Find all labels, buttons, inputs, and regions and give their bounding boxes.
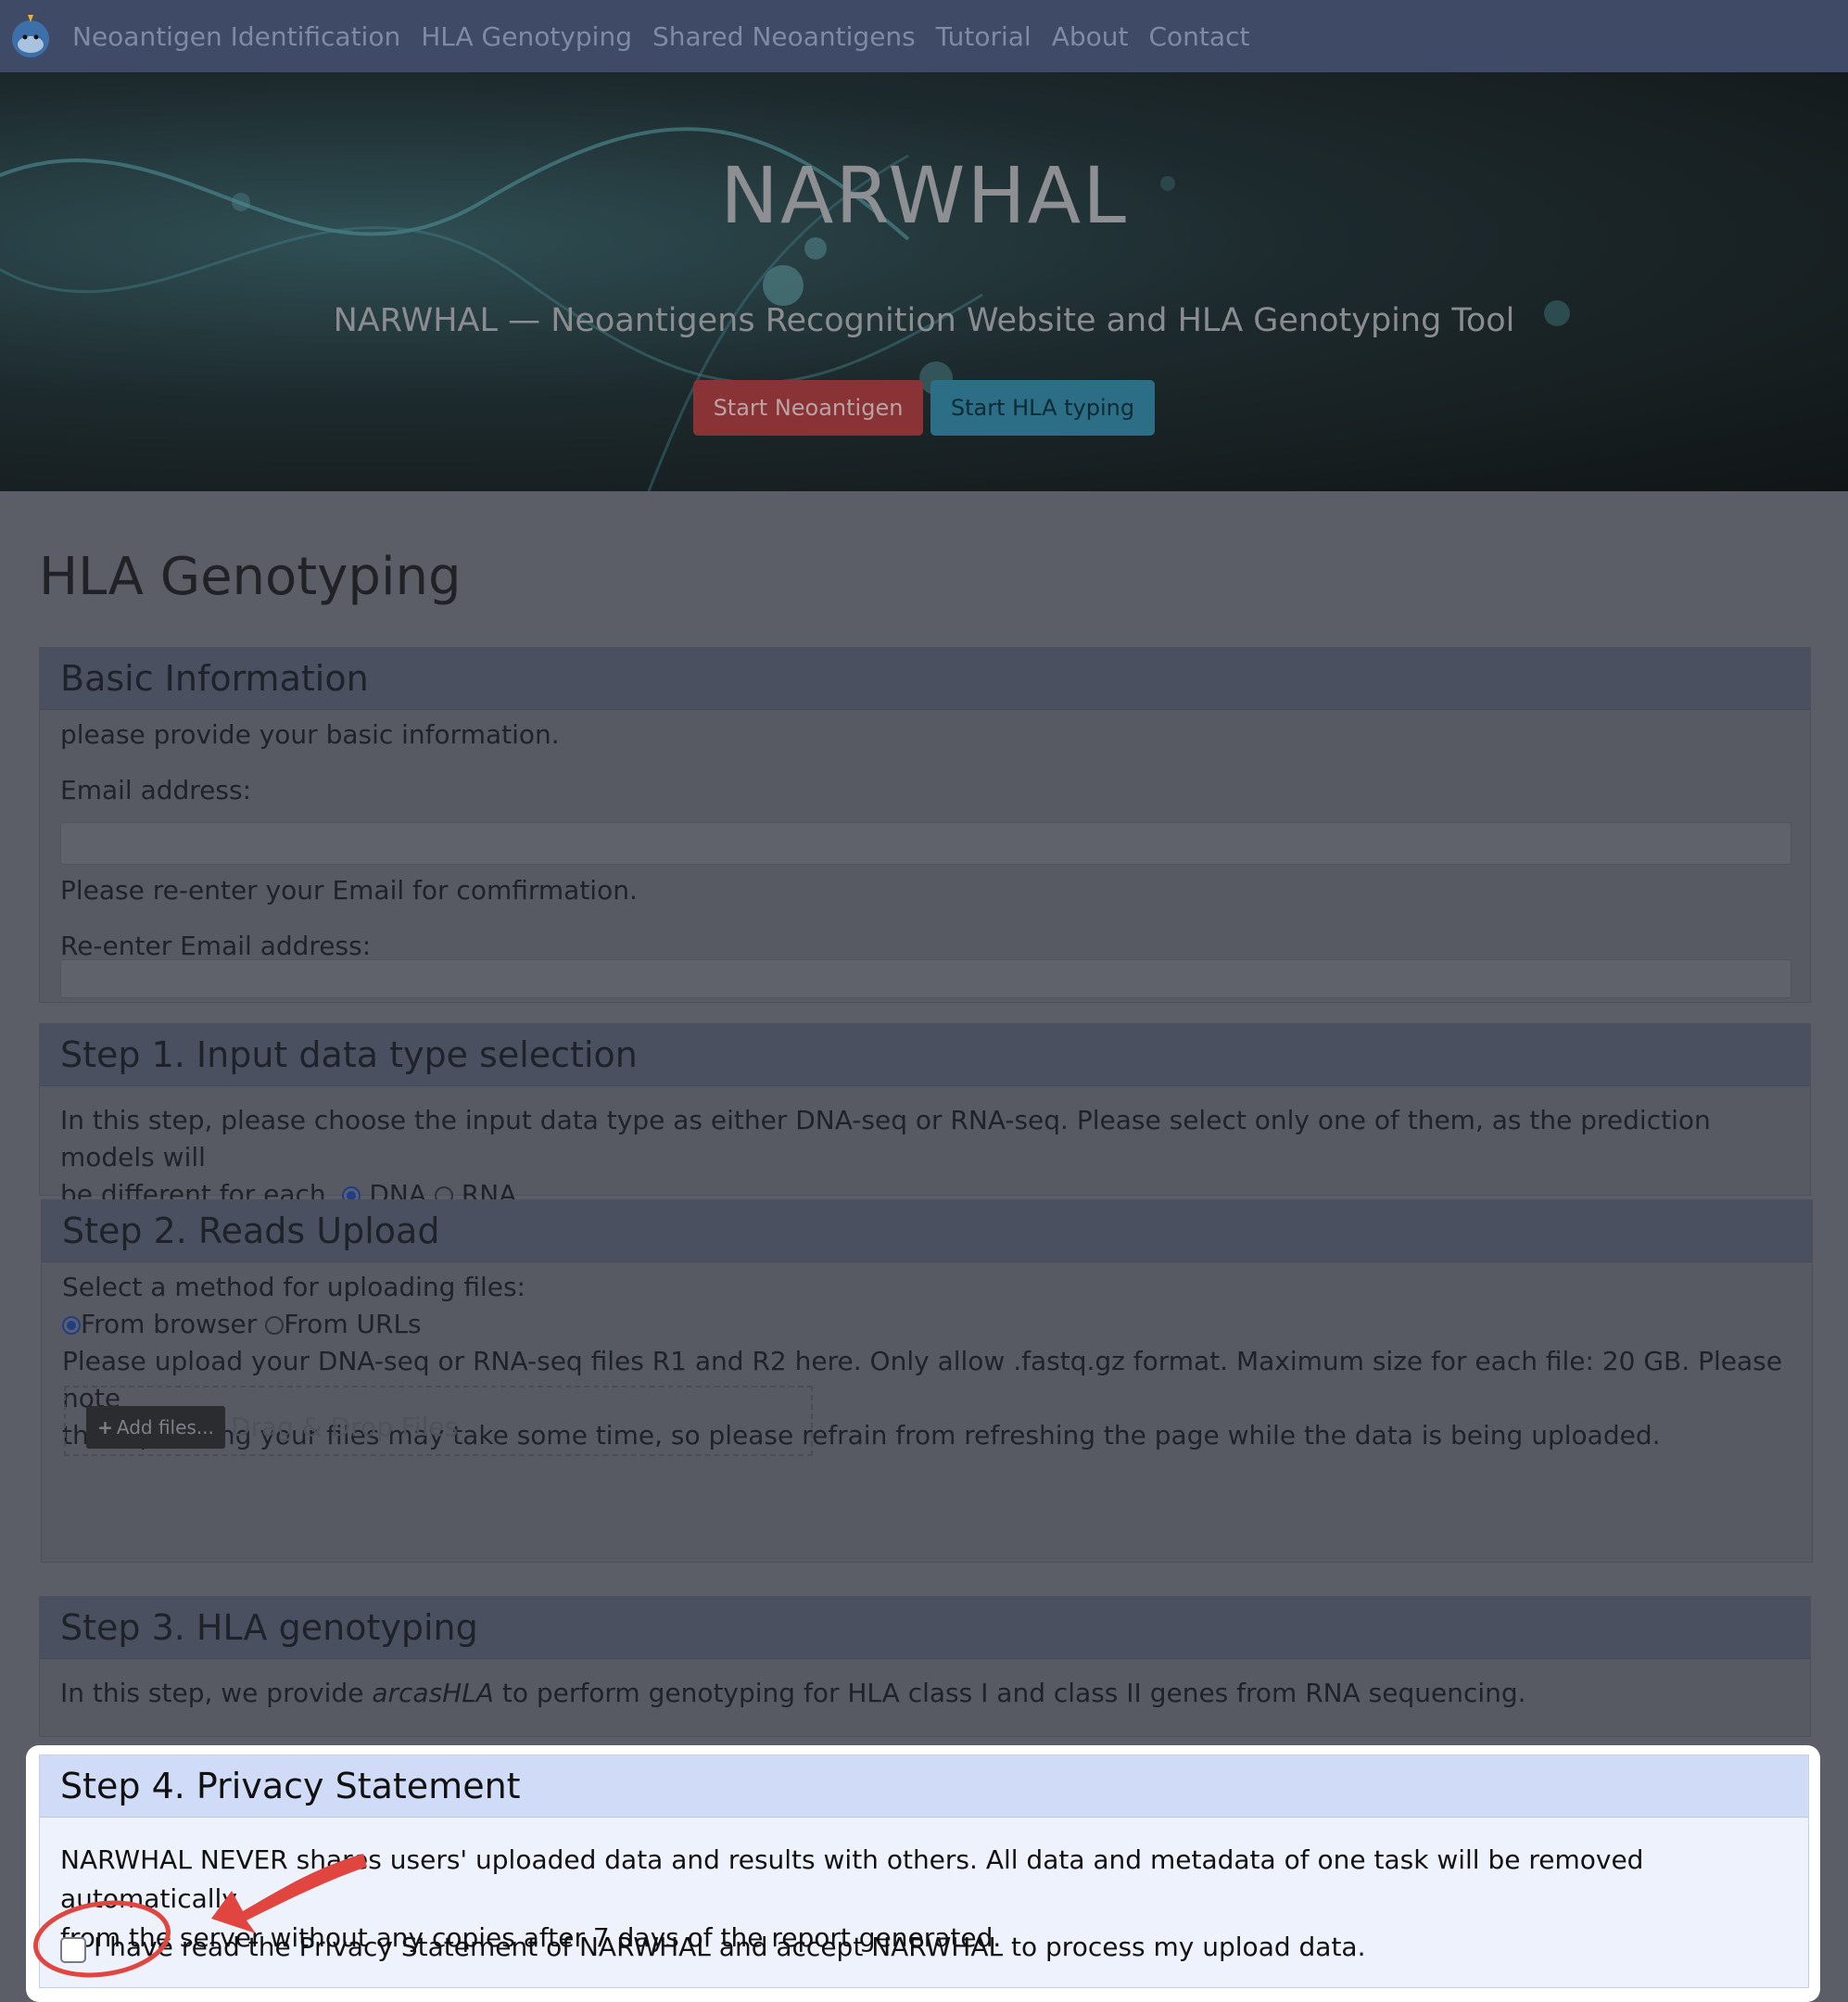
file-dropzone[interactable]: + Add files... Drag & Drop Files [64,1386,813,1456]
privacy-text-line1: NARWHAL NEVER shares users' uploaded dat… [60,1844,1644,1914]
from-urls-label[interactable]: From URLs [284,1309,421,1339]
add-files-button[interactable]: + Add files... [86,1406,225,1449]
step3-text-after: to perform genotyping for HLA class I an… [493,1678,1526,1708]
privacy-accept-checkbox[interactable] [60,1937,86,1963]
step4-header: Step 4. Privacy Statement [40,1755,1808,1818]
confirm-email-text: Please re-enter your Email for comfirmat… [60,875,638,906]
step2-panel: Step 2. Reads Upload Select a method for… [41,1199,1813,1563]
step4-panel: Step 4. Privacy Statement NARWHAL NEVER … [39,1755,1809,1988]
email-field[interactable] [60,822,1791,865]
step3-header: Step 3. HLA genotyping [40,1597,1810,1659]
step3-text: In this step, we provide arcasHLA to per… [60,1675,1803,1712]
step3-panel: Step 3. HLA genotyping In this step, we … [39,1596,1811,1737]
plus-icon: + [97,1416,113,1438]
from-browser-radio[interactable] [62,1316,81,1335]
step3-text-before: In this step, we provide [60,1678,373,1708]
start-hla-typing-button[interactable]: Start HLA typing [930,380,1155,436]
arcashla-tool-name: arcasHLA [372,1678,494,1708]
top-navbar: Neoantigen Identification HLA Genotyping… [0,0,1848,72]
narwhal-logo-icon[interactable] [7,13,54,59]
page-title: HLA Genotyping [39,547,462,607]
from-urls-radio[interactable] [265,1316,285,1335]
hero-title: NARWHAL [720,150,1128,241]
step1-text-line1: In this step, please choose the input da… [60,1105,1711,1172]
nav-shared-neoantigens[interactable]: Shared Neoantigens [652,21,916,52]
dna-background-image [0,127,1570,491]
email-label: Email address: [60,775,252,805]
basic-intro-text: please provide your basic information. [60,719,560,750]
add-files-label: Add files... [116,1416,214,1438]
nav-neoantigen-identification[interactable]: Neoantigen Identification [72,21,400,52]
hero-banner: NARWHAL NARWHAL — Neoantigens Recognitio… [0,72,1848,491]
basic-information-panel: Basic Information please provide your ba… [39,647,1811,1003]
hero-subtitle: NARWHAL — Neoantigens Recognition Websit… [333,302,1515,339]
step2-header: Step 2. Reads Upload [42,1200,1812,1262]
upload-method-label: Select a method for uploading files: [62,1272,525,1302]
step1-panel: Step 1. Input data type selection In thi… [39,1023,1811,1210]
drag-drop-text: Drag & Drop Files [231,1412,459,1442]
step1-header: Step 1. Input data type selection [40,1024,1810,1086]
nav-about[interactable]: About [1052,21,1129,52]
nav-contact[interactable]: Contact [1149,21,1250,52]
step1-text: In this step, please choose the input da… [60,1102,1803,1213]
start-neoantigen-button[interactable]: Start Neoantigen [693,380,923,436]
from-browser-label[interactable]: From browser [81,1309,257,1339]
nav-hla-genotyping[interactable]: HLA Genotyping [421,21,632,52]
privacy-accept-label[interactable]: I have read the Privacy Statement of NAR… [94,1932,1366,1962]
reenter-email-field[interactable] [60,959,1791,998]
nav-tutorial[interactable]: Tutorial [936,21,1032,52]
basic-information-header: Basic Information [40,648,1810,710]
